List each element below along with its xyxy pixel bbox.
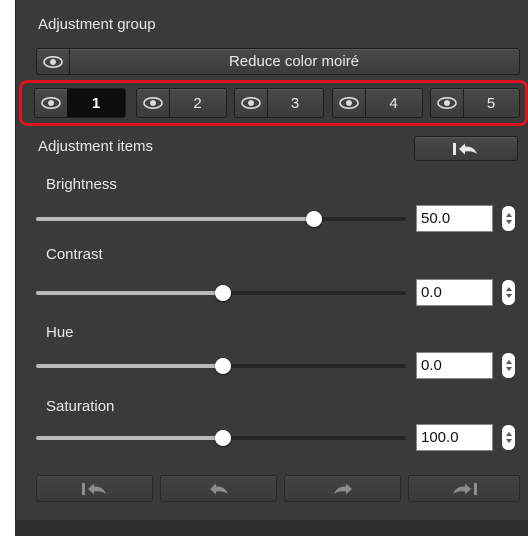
group-number-1: 1 [67, 89, 125, 117]
redo-icon [332, 482, 354, 496]
group-number-5: 5 [486, 94, 496, 112]
hue-value-field[interactable]: 0.0 [416, 352, 493, 379]
contrast-label: Contrast [46, 246, 103, 263]
contrast-slider-fill [36, 291, 223, 295]
brightness-value-field[interactable]: 50.0 [416, 205, 493, 232]
group-button-2[interactable]: 2 [136, 88, 227, 118]
reset-adjustments-button[interactable] [414, 136, 518, 161]
hue-slider-fill [36, 364, 223, 368]
hue-slider-thumb[interactable] [215, 358, 231, 374]
group-button-4[interactable]: 4 [332, 88, 423, 118]
revert-to-original-icon [81, 482, 109, 496]
go-to-latest-icon [450, 482, 478, 496]
group-button-1[interactable]: 1 [34, 88, 126, 118]
group-number-3: 3 [290, 94, 300, 112]
saturation-stepper[interactable] [502, 425, 515, 450]
hue-slider[interactable] [36, 358, 406, 374]
eye-icon[interactable] [235, 89, 268, 117]
brightness-stepper[interactable] [502, 206, 515, 231]
undo-icon [208, 482, 230, 496]
saturation-label: Saturation [46, 398, 115, 415]
group-number-2: 2 [193, 94, 202, 112]
eye-icon[interactable] [431, 89, 464, 117]
reduce-color-moire-button[interactable]: Reduce color moiré [36, 48, 520, 75]
adjustment-group-title: Adjustment group [38, 16, 156, 33]
adjustment-items-title: Adjustment items [38, 138, 154, 155]
redo-button[interactable] [284, 475, 401, 502]
undo-button[interactable] [160, 475, 277, 502]
hue-label: Hue [46, 324, 74, 341]
go-to-latest-button[interactable] [408, 475, 520, 502]
group-button-5[interactable]: 5 [430, 88, 520, 118]
eye-icon[interactable] [37, 49, 70, 74]
saturation-slider[interactable] [36, 430, 406, 446]
saturation-slider-fill [36, 436, 223, 440]
brightness-slider[interactable] [36, 211, 406, 227]
contrast-slider-thumb[interactable] [215, 285, 231, 301]
panel-footer [15, 520, 528, 536]
saturation-value-field[interactable]: 100.0 [416, 424, 493, 451]
group-number-4: 4 [389, 94, 398, 112]
saturation-slider-thumb[interactable] [215, 430, 231, 446]
revert-to-original-button[interactable] [36, 475, 153, 502]
contrast-value-field[interactable]: 0.0 [416, 279, 493, 306]
brightness-slider-fill [36, 217, 314, 221]
group-button-3[interactable]: 3 [234, 88, 324, 118]
brightness-slider-thumb[interactable] [306, 211, 322, 227]
reset-to-default-icon [452, 142, 480, 156]
brightness-label: Brightness [46, 176, 117, 193]
eye-icon[interactable] [333, 89, 366, 117]
contrast-stepper[interactable] [502, 280, 515, 305]
eye-icon[interactable] [35, 89, 68, 117]
hue-stepper[interactable] [502, 353, 515, 378]
contrast-slider[interactable] [36, 285, 406, 301]
eye-icon[interactable] [137, 89, 170, 117]
reduce-color-moire-label: Reduce color moiré [228, 53, 360, 70]
